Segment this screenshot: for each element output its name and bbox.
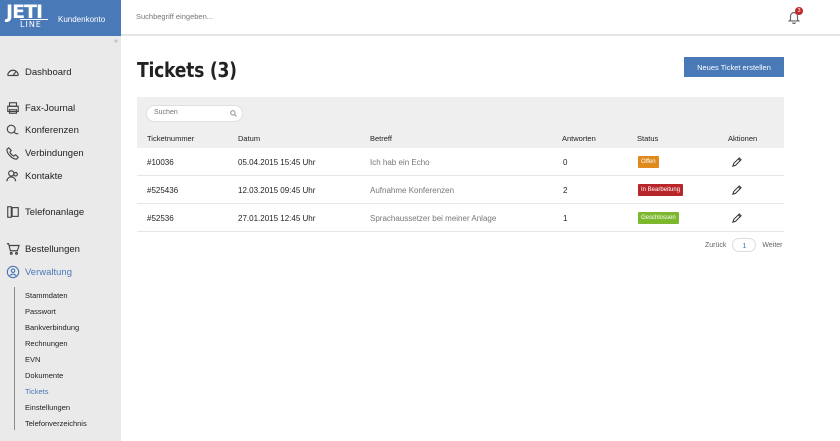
sidebar-item-label: Verwaltung: [25, 266, 73, 278]
brand-subtitle: Kundenkonto: [58, 14, 106, 24]
subnav-bankverbindung[interactable]: Bankverbindung: [25, 323, 79, 332]
sidebar-item-label: Verbindungen: [25, 147, 84, 159]
brand-header[interactable]: JETI LINE Kundenkonto: [0, 0, 121, 36]
ticket-date: 12.03.2015 09:45 Uhr: [238, 186, 316, 195]
table-header: Ticketnummer Datum Betreff Antworten Sta…: [137, 97, 784, 148]
sidebar-item-label: Telefonanlage: [25, 206, 85, 218]
dashboard-icon: [7, 69, 19, 77]
search-icon[interactable]: [230, 110, 237, 117]
sidebar-item-label: Konferenzen: [25, 124, 79, 136]
ticket-number[interactable]: #525436: [147, 186, 178, 195]
pencil-icon: [732, 185, 742, 195]
sidebar-item-dashboard[interactable]: Dashboard: [6, 64, 71, 80]
subnav-tickets[interactable]: Tickets: [25, 387, 48, 396]
column-header-antworten[interactable]: Antworten: [562, 134, 596, 143]
pagination-page[interactable]: 1: [732, 238, 757, 252]
pagination-prev[interactable]: Zurück: [705, 242, 726, 249]
subnav-dokumente[interactable]: Dokumente: [25, 371, 63, 380]
notifications-button[interactable]: 3: [787, 7, 803, 25]
ticket-answers: 1: [563, 214, 568, 223]
ticket-date: 27.01.2015 12:45 Uhr: [238, 214, 316, 223]
edit-ticket-button[interactable]: [731, 211, 742, 223]
column-header-datum[interactable]: Datum: [238, 134, 260, 143]
status-badge: Offen: [638, 156, 659, 168]
column-header-status[interactable]: Status: [637, 134, 658, 143]
logo: JETI LINE: [6, 3, 52, 31]
status-badge: In Bearbeitung: [638, 184, 684, 196]
sidebar-item-label: Bestellungen: [25, 243, 80, 255]
contacts-icon: [6, 170, 18, 182]
table-row[interactable]: #525436 12.03.2015 09:45 Uhr Aufnahme Ko…: [137, 176, 784, 204]
phone-icon: [6, 146, 20, 160]
admin-icon: [6, 265, 20, 279]
notification-badge: 3: [795, 7, 803, 15]
ticket-subject[interactable]: Aufnahme Konferenzen: [370, 186, 454, 195]
subnav-rechnungen[interactable]: Rechnungen: [25, 339, 68, 348]
subnav-telefonverzeichnis[interactable]: Telefonverzeichnis: [25, 419, 87, 428]
column-header-betreff[interactable]: Betreff: [370, 134, 392, 143]
collapse-sidebar-icon[interactable]: «: [114, 38, 118, 45]
sidebar-item-kontakte[interactable]: Kontakte: [6, 168, 63, 184]
sidebar-item-bestellungen[interactable]: Bestellungen: [6, 241, 80, 257]
ticket-number[interactable]: #52536: [147, 214, 174, 223]
pencil-icon: [732, 213, 742, 223]
pagination: Zurück 1 Weiter: [705, 238, 783, 252]
subnav-einstellungen[interactable]: Einstellungen: [25, 403, 70, 412]
subnav-divider: [14, 287, 15, 430]
subnav-stammdaten[interactable]: Stammdaten: [25, 291, 68, 300]
chat-icon: [6, 124, 19, 135]
sidebar-item-fax-journal[interactable]: Fax-Journal: [6, 100, 75, 116]
topbar: 3: [121, 0, 840, 36]
pagination-next[interactable]: Weiter: [762, 242, 782, 249]
sidebar-item-telefonanlage[interactable]: Telefonanlage: [6, 204, 84, 220]
printer-icon: [7, 102, 19, 114]
sidebar-item-konferenzen[interactable]: Konferenzen: [6, 122, 79, 138]
cart-icon: [6, 243, 20, 255]
column-header-aktionen: Aktionen: [728, 134, 758, 143]
column-header-ticketnummer[interactable]: Ticketnummer: [147, 134, 194, 143]
sidebar-item-verwaltung[interactable]: Verwaltung: [6, 264, 72, 280]
new-ticket-button[interactable]: Neues Ticket erstellen: [684, 57, 784, 77]
subnav-evn[interactable]: EVN: [25, 355, 40, 364]
sidebar-item-verbindungen[interactable]: Verbindungen: [6, 145, 84, 161]
ticket-answers: 2: [563, 186, 568, 195]
table-search[interactable]: [146, 105, 243, 122]
page-title: Tickets (3): [137, 58, 237, 82]
ticket-subject[interactable]: Sprachaussetzer bei meiner Anlage: [370, 214, 496, 223]
edit-ticket-button[interactable]: [731, 183, 742, 195]
sidebar-item-label: Fax-Journal: [25, 102, 76, 114]
tickets-table: Ticketnummer Datum Betreff Antworten Sta…: [137, 97, 784, 232]
edit-ticket-button[interactable]: [731, 155, 742, 167]
global-search-input[interactable]: [136, 12, 336, 21]
sidebar: JETI LINE Kundenkonto « Dashboard Fax-Jo…: [0, 0, 121, 441]
ticket-subject[interactable]: Ich hab ein Echo: [370, 158, 430, 167]
ticket-answers: 0: [563, 158, 568, 167]
sidebar-item-label: Kontakte: [25, 170, 63, 182]
status-badge: Geschlossen: [638, 212, 679, 224]
subnav-passwort[interactable]: Passwort: [25, 307, 56, 316]
ticket-number[interactable]: #10036: [147, 158, 174, 167]
pencil-icon: [732, 157, 742, 167]
ticket-date: 05.04.2015 15:45 Uhr: [238, 158, 316, 167]
sidebar-item-label: Dashboard: [25, 66, 72, 78]
table-row[interactable]: #52536 27.01.2015 12:45 Uhr Sprachausset…: [137, 204, 784, 232]
table-search-input[interactable]: [154, 109, 224, 116]
pbx-icon: [7, 206, 19, 218]
table-row[interactable]: #10036 05.04.2015 15:45 Uhr Ich hab ein …: [137, 148, 784, 176]
